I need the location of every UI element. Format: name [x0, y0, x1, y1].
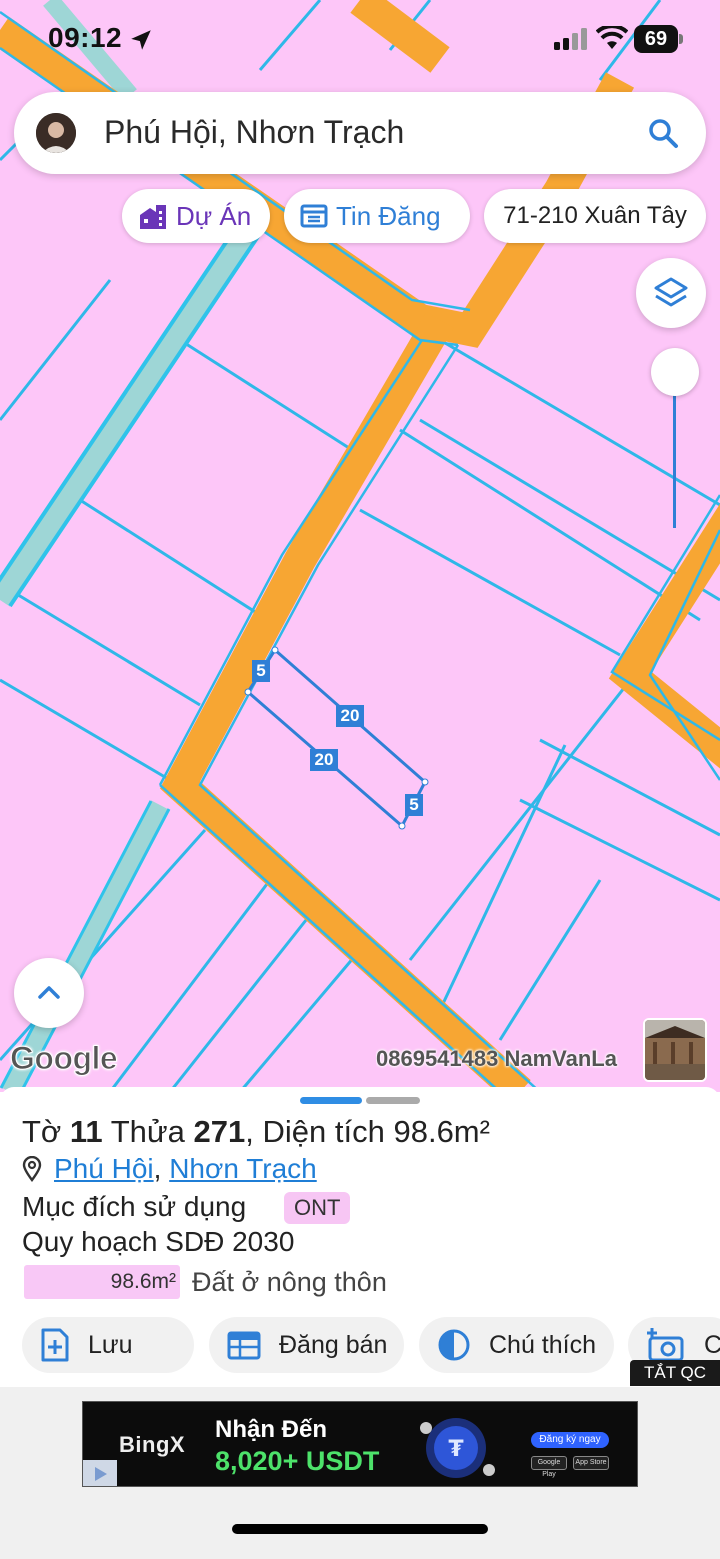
parcel-info-sheet[interactable]: Tờ 11 Thửa 271, Diện tích 98.6m² Phú Hội… [0, 1087, 720, 1387]
location-pin-icon [22, 1156, 42, 1182]
location-row: Phú Hội, Nhơn Trạch [22, 1153, 317, 1185]
wifi-icon [596, 26, 628, 49]
hide-ads-button[interactable]: TẮT QC [630, 1360, 720, 1386]
ad-choices-icon[interactable] [83, 1460, 117, 1486]
parcel-edge-label: 5 [252, 660, 270, 682]
camera-add-icon [647, 1328, 684, 1362]
ad-coin-illustration: ₮ [420, 1418, 495, 1478]
chip-tin-dang[interactable]: Tin Đăng [284, 189, 470, 243]
battery-icon: 69 [634, 25, 684, 53]
district-link[interactable]: Nhơn Trạch [169, 1153, 317, 1185]
home-indicator[interactable] [232, 1524, 488, 1534]
planning-area-swatch: 98.6m² [24, 1265, 180, 1299]
status-bar: 09:12 69 [0, 0, 720, 80]
chevron-up-icon [38, 986, 60, 999]
land-use-label: Mục đích sử dụng [22, 1191, 247, 1222]
planning-label: Quy hoạch SDĐ 2030 [22, 1226, 295, 1257]
opacity-slider-handle[interactable] [651, 348, 699, 396]
chip-label: 71-210 Xuân Tây [503, 202, 687, 229]
legend-button[interactable]: Chú thích [419, 1317, 614, 1373]
battery-level: 69 [634, 25, 678, 53]
add-document-icon [41, 1328, 69, 1362]
chip-du-an[interactable]: Dự Án [122, 189, 270, 243]
contrast-icon [438, 1329, 470, 1361]
google-logo: Google [9, 1040, 118, 1077]
calendar-icon [227, 1331, 261, 1360]
sheet-handle[interactable] [300, 1097, 362, 1104]
chip-label: Tin Đăng [336, 200, 441, 231]
action-label: Ch [704, 1330, 720, 1359]
parcel-title: Tờ 11 Thửa 271, Diện tích 98.6m² [22, 1114, 490, 1149]
street-view-thumbnail[interactable] [643, 1018, 707, 1082]
svg-text:₮: ₮ [448, 1437, 464, 1462]
ad-brand: BingX [119, 1432, 186, 1457]
app-store-badge[interactable]: App Store [573, 1456, 609, 1470]
expand-button[interactable] [14, 958, 84, 1028]
signal-icon [554, 28, 587, 50]
save-button[interactable]: Lưu [22, 1317, 194, 1373]
map-watermark: 0869541483 NamVanLa [376, 1046, 617, 1071]
chip-address[interactable]: 71-210 Xuân Tây [484, 189, 706, 243]
parcel-edge-label: 20 [310, 749, 338, 771]
listing-icon [300, 204, 328, 228]
search-bar[interactable]: Phú Hội, Nhơn Trạch [14, 92, 706, 174]
parcel-edge-label: 20 [336, 705, 364, 727]
status-time: 09:12 [48, 22, 123, 53]
layers-button[interactable] [636, 258, 706, 328]
planning-area-description: Đất ở nông thôn [192, 1267, 387, 1297]
ad-cta-button[interactable]: Đăng ký ngay [531, 1432, 609, 1448]
avatar[interactable] [36, 113, 76, 153]
action-label: Lưu [88, 1330, 133, 1359]
ward-link[interactable]: Phú Hội [54, 1153, 154, 1185]
ad-banner[interactable]: BingX Nhận Đến 8,020+ USDT ₮ Đăng ký nga… [82, 1401, 638, 1487]
google-play-badge[interactable]: Google Play [531, 1456, 567, 1478]
opacity-slider-track[interactable] [673, 395, 676, 528]
action-label: Đăng bán [279, 1330, 388, 1359]
post-sale-button[interactable]: Đăng bán [209, 1317, 404, 1373]
search-icon[interactable] [646, 116, 680, 150]
ad-amount: 8,020+ USDT [215, 1446, 380, 1476]
action-label: Chú thích [489, 1330, 597, 1359]
location-arrow-icon [131, 30, 151, 50]
parcel-edge-label: 5 [405, 794, 423, 816]
ad-area: BingX Nhận Đến 8,020+ USDT ₮ Đăng ký nga… [0, 1387, 720, 1559]
search-input[interactable]: Phú Hội, Nhơn Trạch [104, 114, 404, 151]
land-use-badge: ONT [284, 1192, 351, 1224]
chip-label: Dự Án [176, 200, 252, 231]
ad-headline: Nhận Đến [215, 1416, 328, 1443]
building-icon [140, 205, 166, 229]
layers-icon [654, 277, 688, 307]
sheet-handle[interactable] [366, 1097, 420, 1104]
